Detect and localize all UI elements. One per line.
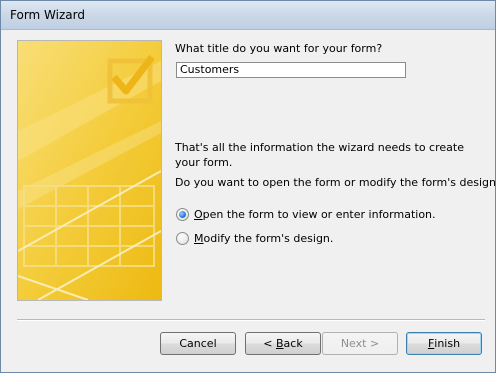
- back-button-prefix: <: [263, 337, 276, 350]
- form-title-input[interactable]: [176, 62, 406, 78]
- back-button-rest: ack: [283, 337, 303, 350]
- form-checkmark-illustration-icon: [18, 41, 161, 300]
- next-button[interactable]: Next >: [322, 332, 398, 355]
- back-button-mnemonic: B: [276, 337, 284, 350]
- modify-design-mnemonic: M: [194, 231, 204, 245]
- modify-design-option[interactable]: Modify the form's design.: [176, 230, 333, 246]
- open-form-option[interactable]: Open the form to view or enter informati…: [176, 206, 436, 222]
- finish-button[interactable]: Finish: [406, 332, 482, 355]
- wizard-info-text: That's all the information the wizard ne…: [175, 141, 464, 169]
- cancel-button[interactable]: Cancel: [160, 332, 236, 355]
- next-button-label: Next >: [340, 337, 380, 350]
- finish-button-rest: inish: [434, 337, 461, 350]
- wizard-body: What title do you want for your form? Th…: [9, 31, 496, 364]
- title-bar[interactable]: Form Wizard: [1, 1, 495, 30]
- form-wizard-window: Form Wizard What title do you want for y…: [0, 0, 496, 373]
- form-title-prompt: What title do you want for your form?: [175, 42, 383, 55]
- button-separator: [17, 319, 485, 321]
- window-title: Form Wizard: [10, 8, 85, 22]
- open-form-mnemonic: O: [194, 207, 203, 221]
- modify-design-label: Modify the form's design.: [194, 232, 333, 245]
- cancel-button-label: Cancel: [179, 337, 217, 350]
- modify-design-radio[interactable]: [176, 231, 189, 245]
- modify-design-label-rest: odify the form's design.: [203, 231, 334, 245]
- wizard-illustration: [17, 40, 162, 301]
- open-form-label: Open the form to view or enter informati…: [194, 208, 436, 221]
- open-or-modify-question: Do you want to open the form or modify t…: [175, 176, 496, 189]
- open-form-radio[interactable]: [176, 207, 189, 221]
- open-form-label-rest: pen the form to view or enter informatio…: [202, 207, 436, 221]
- back-button[interactable]: < Back: [245, 332, 321, 355]
